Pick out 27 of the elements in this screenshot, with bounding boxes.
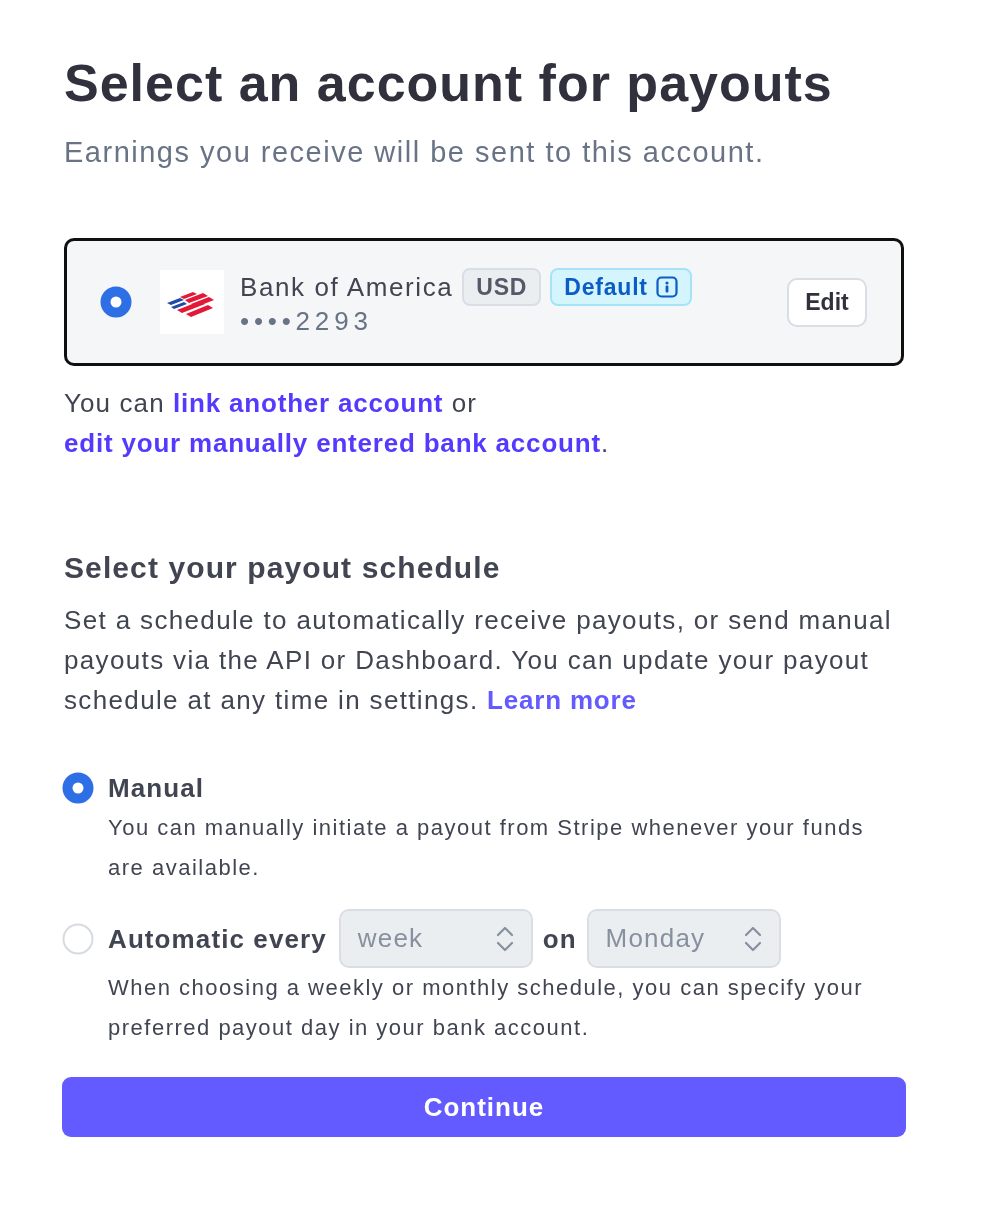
learn-more-link[interactable]: Learn more	[487, 685, 637, 715]
option-label[interactable]: Automatic every	[108, 918, 327, 959]
link[interactable]: link another account	[173, 388, 444, 418]
bank-name: Bank of America	[240, 271, 454, 304]
account-card[interactable]: Bank of America USD Default ••••2293 Edit	[64, 238, 904, 366]
default-label: Default	[564, 273, 648, 301]
radio-button-selected[interactable]	[62, 772, 94, 804]
bank-logo-icon	[160, 270, 224, 334]
option-description: You can manually initiate a payout from Stripe whenever your funds are available.	[107, 814, 866, 882]
edit-button[interactable]: Edit	[787, 277, 867, 327]
section-description: Set a schedule to automatically receive payouts, or send manual payouts via the API or Dashboard. You can update your payout schedule at any time in settings. Learn more	[64, 604, 893, 717]
chevron-up-down-icon	[742, 924, 763, 953]
account-number: ••••2293	[240, 306, 373, 336]
continue-button[interactable]: Continue	[62, 1077, 906, 1137]
account-note: You can link another account or edit your manually entered bank account.	[64, 387, 611, 460]
link[interactable]: edit your manually entered bank account	[64, 428, 601, 458]
connector-text: on	[542, 922, 577, 956]
option-label[interactable]: Manual	[108, 768, 205, 808]
currency-badge: USD	[462, 268, 542, 306]
radio-button[interactable]	[62, 922, 94, 955]
page-title: Select an account for payouts	[64, 53, 834, 113]
option-description: When choosing a weekly or monthly schedule, you can specify your preferred payout day in your bank account.	[107, 974, 865, 1042]
chevron-up-down-icon	[494, 924, 515, 953]
section-heading: Select your payout schedule	[64, 550, 502, 586]
radio-button-selected[interactable]	[100, 286, 132, 318]
info-icon[interactable]	[655, 276, 678, 298]
page-subtitle: Earnings you receive will be sent to this account.	[64, 135, 766, 170]
